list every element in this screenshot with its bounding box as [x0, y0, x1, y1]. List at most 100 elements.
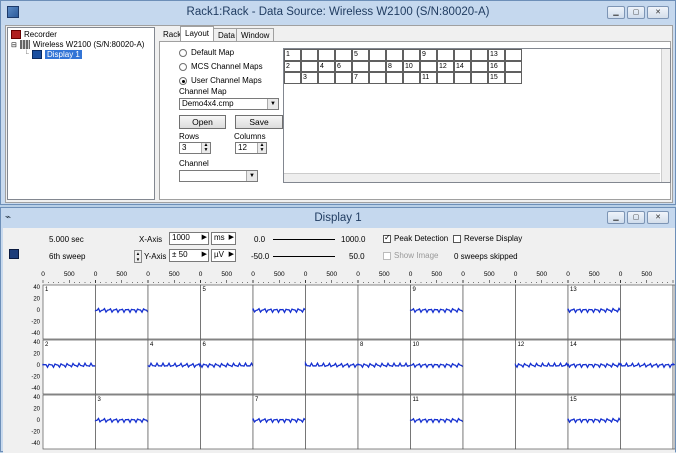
maximize-button[interactable]: ▢: [627, 6, 645, 19]
channel-map-cell[interactable]: [301, 49, 318, 61]
channel-map-cell[interactable]: [369, 60, 386, 72]
channel-plot[interactable]: [305, 339, 359, 395]
close-button[interactable]: ✕: [647, 211, 669, 224]
radio-user-maps[interactable]: User Channel Maps: [179, 76, 262, 85]
channel-plot[interactable]: [462, 284, 516, 340]
channel-map-cell[interactable]: 16: [488, 60, 505, 72]
open-button[interactable]: Open: [179, 115, 226, 129]
channel-plot[interactable]: [147, 284, 201, 340]
channel-map-cell[interactable]: 2: [284, 60, 301, 72]
channel-map-select[interactable]: Demo4x4.cmp ▼: [179, 98, 279, 110]
channel-map-cell[interactable]: [505, 72, 522, 84]
channel-map-cell[interactable]: 15: [488, 72, 505, 84]
channel-plot[interactable]: [147, 394, 201, 450]
channel-map-cell[interactable]: 5: [352, 49, 369, 61]
channel-map-cell[interactable]: [471, 72, 488, 84]
columns-stepper[interactable]: 12 ▲ ▼: [235, 142, 267, 154]
channel-plot[interactable]: [410, 394, 464, 450]
channel-plot[interactable]: [620, 284, 674, 340]
yaxis-value[interactable]: ± 50 ▶: [169, 249, 209, 262]
y-range-slider[interactable]: [273, 256, 335, 257]
channel-plot[interactable]: [42, 339, 96, 395]
x-range-slider[interactable]: [273, 239, 335, 240]
channel-plot[interactable]: [620, 394, 674, 450]
channel-select[interactable]: ▼: [179, 170, 258, 182]
channel-plot[interactable]: [672, 284, 675, 340]
channel-plot[interactable]: [462, 394, 516, 450]
channel-plot[interactable]: [305, 394, 359, 450]
tree-display[interactable]: └ Display 1: [24, 50, 82, 59]
peak-detection-checkbox[interactable]: Peak Detection: [383, 233, 448, 243]
channel-map-cell[interactable]: [505, 49, 522, 61]
channel-map-cell[interactable]: 10: [403, 60, 420, 72]
channel-map-cell[interactable]: [318, 72, 335, 84]
channel-map-grid[interactable]: 1 5 9 13 2 4 6 8 10 12 14 16 3 7 11 15: [283, 48, 671, 183]
channel-map-cell[interactable]: 3: [301, 72, 318, 84]
rows-stepper[interactable]: 3 ▲ ▼: [179, 142, 211, 154]
channel-plot[interactable]: [95, 284, 149, 340]
channel-plot[interactable]: [410, 339, 464, 395]
channel-plot[interactable]: [147, 339, 201, 395]
rack-titlebar[interactable]: Rack1:Rack - Data Source: Wireless W2100…: [1, 1, 675, 25]
checkbox[interactable]: [383, 233, 391, 243]
channel-map-cell[interactable]: 1: [284, 49, 301, 61]
save-icon[interactable]: [9, 249, 19, 259]
channel-plot[interactable]: [252, 339, 306, 395]
channel-map-cell[interactable]: 8: [386, 60, 403, 72]
channel-plot[interactable]: [357, 284, 411, 340]
channel-plot[interactable]: [515, 394, 569, 450]
minimize-button[interactable]: ▁: [607, 6, 625, 19]
minimize-button[interactable]: ▁: [607, 211, 625, 224]
channel-map-cell[interactable]: [284, 72, 301, 84]
channel-plot[interactable]: [672, 339, 675, 395]
channel-plot[interactable]: [200, 284, 254, 340]
save-button[interactable]: Save: [235, 115, 283, 129]
channel-map-cell[interactable]: [437, 49, 454, 61]
channel-map-cell[interactable]: 7: [352, 72, 369, 84]
channel-map-cell[interactable]: [437, 72, 454, 84]
channel-plot[interactable]: [95, 394, 149, 450]
channel-map-cell[interactable]: [505, 60, 522, 72]
channel-map-cell[interactable]: [318, 49, 335, 61]
channel-map-cell[interactable]: [335, 49, 352, 61]
channel-map-cell[interactable]: 14: [454, 60, 471, 72]
channel-map-cell[interactable]: [369, 72, 386, 84]
tree-root[interactable]: Recorder: [11, 30, 57, 39]
close-button[interactable]: ✕: [647, 6, 669, 19]
tab-window[interactable]: Window: [236, 28, 275, 41]
channel-map-cell[interactable]: 11: [420, 72, 437, 84]
channel-map-cell[interactable]: [369, 49, 386, 61]
channel-map-cell[interactable]: 9: [420, 49, 437, 61]
channel-map-cell[interactable]: [403, 72, 420, 84]
radio-default-map[interactable]: Default Map: [179, 48, 234, 57]
tree-device[interactable]: ⊟ Wireless W2100 (S/N:80020-A): [11, 40, 144, 49]
channel-plot[interactable]: [42, 284, 96, 340]
channel-map-cell[interactable]: [301, 60, 318, 72]
yaxis-unit[interactable]: µV ▶: [211, 249, 236, 262]
channel-plot[interactable]: [357, 339, 411, 395]
channel-plot[interactable]: [200, 394, 254, 450]
channel-map-cell[interactable]: 6: [335, 60, 352, 72]
horizontal-scrollbar[interactable]: [284, 173, 660, 182]
reverse-display-checkbox[interactable]: Reverse Display: [453, 234, 522, 243]
channel-plot[interactable]: [42, 394, 96, 450]
channel-map-cell[interactable]: [420, 60, 437, 72]
display-titlebar[interactable]: ⌁ Display 1 ▁ ▢ ✕: [1, 208, 675, 228]
vertical-scrollbar[interactable]: [661, 49, 670, 182]
channel-map-cell[interactable]: [471, 60, 488, 72]
xaxis-unit[interactable]: ms ▶: [211, 232, 236, 245]
tab-layout[interactable]: Layout: [180, 26, 215, 41]
channel-plot[interactable]: [672, 394, 675, 450]
xaxis-value[interactable]: 1000 ▶: [169, 232, 209, 245]
channel-map-cell[interactable]: [403, 49, 420, 61]
channel-map-cell[interactable]: [454, 72, 471, 84]
channel-plot[interactable]: [515, 284, 569, 340]
maximize-button[interactable]: ▢: [627, 211, 645, 224]
channel-map-cell[interactable]: 12: [437, 60, 454, 72]
channel-map-cell[interactable]: 13: [488, 49, 505, 61]
channel-plot[interactable]: [410, 284, 464, 340]
channel-map-cell[interactable]: [352, 60, 369, 72]
channel-map-cell[interactable]: [386, 72, 403, 84]
yaxis-stepper[interactable]: ▲ ▼: [134, 250, 142, 263]
channel-plot[interactable]: [305, 284, 359, 340]
